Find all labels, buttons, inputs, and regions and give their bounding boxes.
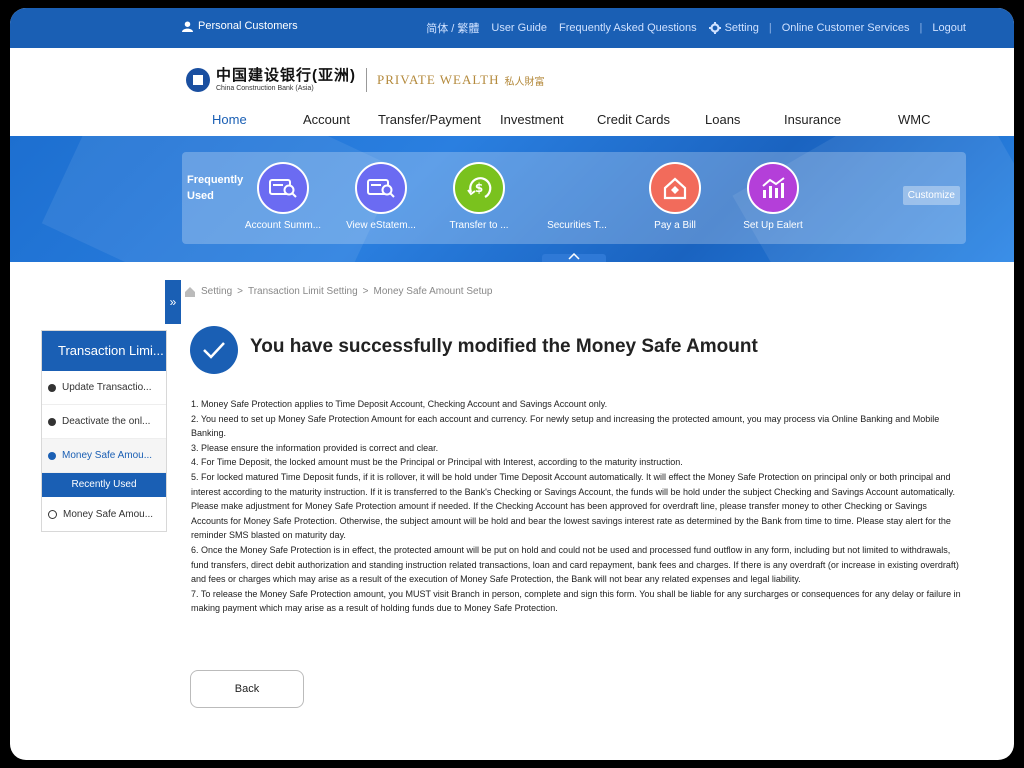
nav-wmc[interactable]: WMC: [898, 112, 931, 127]
breadcrumb-setting[interactable]: Setting: [201, 286, 232, 297]
bullet-icon: [48, 383, 56, 392]
frequently-used-label: Frequently Used: [187, 174, 244, 202]
side-menu-toggle[interactable]: »: [165, 280, 181, 324]
note-item: 1. Money Safe Protection applies to Time…: [191, 399, 608, 409]
personal-customers[interactable]: Personal Customers: [182, 20, 298, 32]
breadcrumb: Setting > Transaction Limit Setting > Mo…: [184, 286, 492, 297]
recent-item-label: Money Safe Amou...: [63, 508, 154, 520]
shortcut-transfer[interactable]: $ Transfer to ...: [434, 162, 524, 231]
breadcrumb-separator: >: [362, 286, 369, 297]
app-frame: Personal Customers 简体 / 繁體 User Guide Fr…: [10, 8, 1014, 760]
nav-credit-cards[interactable]: Credit Cards: [597, 112, 670, 127]
left-menu-title[interactable]: Transaction Limi...: [42, 331, 166, 371]
divider: |: [919, 22, 923, 34]
left-menu-item-update-transaction[interactable]: Update Transactio...: [42, 371, 166, 405]
top-links: 简体 / 繁體 User Guide Frequently Asked Ques…: [426, 20, 966, 36]
faq-link[interactable]: Frequently Asked Questions: [559, 22, 697, 34]
nav-investment[interactable]: Investment: [500, 112, 564, 127]
shortcut-label: Securities T...: [547, 220, 607, 231]
shortcut-label: Pay a Bill: [654, 220, 696, 231]
brand-en: China Construction Bank (Asia): [216, 85, 314, 92]
account-summary-icon: [257, 162, 309, 214]
left-menu-item-label: Money Safe Amou...: [62, 450, 153, 461]
home-icon[interactable]: [184, 286, 196, 297]
note-item: 7. To release the Money Safe Protection …: [191, 588, 961, 614]
shortcut-view-estatement[interactable]: View eStatem...: [336, 162, 426, 231]
transfer-icon: $: [453, 162, 505, 214]
ccb-logo-icon: [186, 68, 210, 92]
shortcut-pay-bill[interactable]: Pay a Bill: [630, 162, 720, 231]
bank-logo[interactable]: 中国建设银行(亚洲) China Construction Bank (Asia…: [186, 68, 544, 92]
shortcut-securities[interactable]: Securities T...: [532, 162, 622, 231]
left-menu-item-label: Deactivate the onl...: [62, 416, 151, 427]
user-icon: [182, 20, 193, 32]
shortcut-label: Account Summ...: [244, 220, 322, 231]
logo-divider: [366, 68, 367, 92]
note-item: 4. For Time Deposit, the locked amount m…: [191, 457, 683, 468]
online-customer-services-link[interactable]: Online Customer Services: [782, 22, 910, 34]
ealert-icon: [747, 162, 799, 214]
private-wealth: PRIVATE WEALTH: [377, 72, 500, 87]
notes-list: 1. Money Safe Protection applies to Time…: [191, 397, 961, 616]
nav-account[interactable]: Account: [303, 112, 350, 127]
nav-loans[interactable]: Loans: [705, 112, 740, 127]
setting-link[interactable]: Setting: [725, 22, 759, 34]
note-item: 5. For locked matured Time Deposit funds…: [191, 471, 955, 541]
customize-button[interactable]: Customize: [902, 186, 960, 205]
pay-bill-icon: [649, 162, 701, 214]
gear-icon[interactable]: [708, 22, 721, 34]
recently-used-header: Recently Used: [42, 473, 166, 497]
shortcut-set-up-ealert[interactable]: Set Up Ealert: [728, 162, 818, 231]
user-guide-link[interactable]: User Guide: [491, 22, 547, 34]
collapse-banner-button[interactable]: [542, 253, 606, 262]
chevron-up-icon: [568, 253, 580, 260]
shortcut-label: View eStatem...: [346, 220, 416, 231]
note-item: 6. Once the Money Safe Protection is in …: [191, 544, 959, 585]
securities-placeholder: [551, 162, 603, 214]
language-switch[interactable]: 简体 / 繁體: [426, 20, 479, 36]
recent-item-money-safe[interactable]: Money Safe Amou...: [42, 497, 166, 531]
left-menu: Transaction Limi... Update Transactio...…: [41, 330, 167, 532]
shortcut-label: Set Up Ealert: [743, 220, 803, 231]
breadcrumb-transaction-limit[interactable]: Transaction Limit Setting: [248, 286, 358, 297]
nav-insurance[interactable]: Insurance: [784, 112, 841, 127]
shortcut-label: Transfer to ...: [449, 220, 509, 231]
back-button[interactable]: Back: [190, 670, 304, 708]
left-menu-item-money-safe[interactable]: Money Safe Amou...: [42, 439, 166, 473]
clock-icon: [48, 509, 57, 519]
shortcut-account-summary[interactable]: Account Summ...: [238, 162, 328, 231]
bullet-icon: [48, 417, 56, 426]
estatement-icon: [355, 162, 407, 214]
note-item: 2. You need to set up Money Safe Protect…: [191, 413, 940, 439]
frequently-used-banner: Frequently Used Account Summ... View eSt…: [10, 136, 1014, 262]
nav-transfer-payment[interactable]: Transfer/Payment: [378, 112, 481, 127]
brand-cn: 中国建设银行(亚洲): [216, 67, 356, 84]
bullet-icon: [48, 451, 56, 460]
breadcrumb-money-safe: Money Safe Amount Setup: [373, 286, 493, 297]
svg-text:$: $: [475, 181, 483, 195]
note-item: 3. Please ensure the information provide…: [191, 442, 439, 453]
main-nav: Home Account Transfer/Payment Investment…: [10, 112, 1014, 136]
top-bar: Personal Customers 简体 / 繁體 User Guide Fr…: [10, 8, 1014, 48]
breadcrumb-separator: >: [237, 286, 243, 297]
frequently-used-panel: Frequently Used Account Summ... View eSt…: [182, 152, 966, 244]
success-title: You have successfully modified the Money…: [250, 336, 758, 357]
double-chevron-right-icon: »: [169, 295, 177, 309]
private-wealth-cn: 私人財富: [504, 76, 545, 88]
divider: |: [768, 22, 772, 34]
success-check-icon: [190, 326, 238, 374]
logout-link[interactable]: Logout: [932, 22, 966, 34]
left-menu-item-label: Update Transactio...: [62, 382, 152, 393]
personal-customers-label: Personal Customers: [198, 20, 298, 32]
left-menu-item-deactivate[interactable]: Deactivate the onl...: [42, 405, 166, 439]
nav-home[interactable]: Home: [212, 112, 247, 127]
